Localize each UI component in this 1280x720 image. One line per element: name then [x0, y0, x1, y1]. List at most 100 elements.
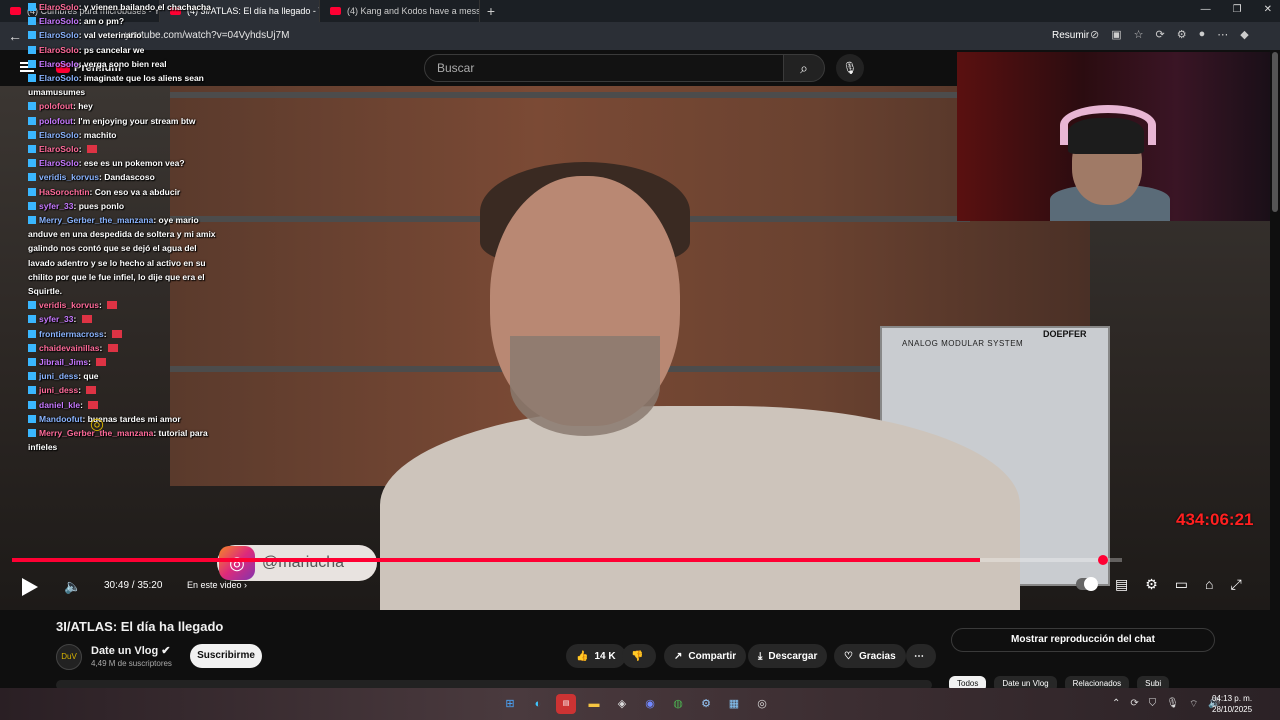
chat-message: Jibrail_Jims: [28, 355, 218, 369]
chat-username[interactable]: Mandoofut [39, 414, 82, 424]
chat-badge-icon [28, 74, 36, 83]
chat-badge-icon [28, 372, 36, 381]
chat-text: ps cancelar we [83, 44, 145, 55]
chat-username[interactable]: juni_dess [39, 371, 78, 381]
maximize-icon[interactable]: ❐ [1233, 4, 1242, 15]
volume-icon[interactable]: 🔈 [64, 578, 81, 595]
minimize-icon[interactable]: — [1201, 4, 1211, 15]
chat-username[interactable]: polofout [39, 101, 73, 111]
chat-username[interactable]: Jibrail_Jims [39, 357, 88, 367]
subscribe-button[interactable]: Suscribirme [190, 644, 262, 668]
chat-text: Con eso va a abducir [94, 186, 181, 197]
file-explorer-icon[interactable]: ▬ [584, 694, 604, 714]
chat-username[interactable]: HaSorochtin [39, 187, 90, 197]
notes-app-icon[interactable]: ▦ [724, 694, 744, 714]
chat-username[interactable]: ElaroSolo [39, 144, 79, 154]
chat-username[interactable]: syfer_33 [39, 201, 74, 211]
read-mode-icon[interactable]: ▣ [1111, 28, 1121, 41]
chat-username[interactable]: Merry_Gerber_the_manzana [39, 215, 153, 225]
play-icon[interactable] [22, 578, 38, 596]
chat-username[interactable]: ElaroSolo [39, 59, 79, 69]
download-label: Descargar [768, 650, 818, 662]
tracking-icon[interactable]: ⊘ [1090, 28, 1099, 41]
news-app-icon[interactable]: ▤ [556, 694, 576, 714]
streamer-headset [1060, 105, 1156, 145]
download-button[interactable]: ⤓ Descargar [748, 644, 828, 668]
chat-username[interactable]: daniel_kle [39, 400, 80, 410]
autoplay-toggle[interactable] [1076, 577, 1098, 591]
show-chat-replay-button[interactable]: Mostrar reproducción del chat [951, 628, 1215, 652]
chat-username[interactable]: polofout [39, 116, 73, 126]
chat-username[interactable]: chaidevainillas [39, 343, 99, 353]
player-right-controls: ▤ ⚙ ▭ ⌂ ⤢ [1076, 576, 1242, 593]
thanks-button[interactable]: ♡ Gracias [834, 644, 906, 668]
copilot-icon[interactable]: ◆ [1240, 28, 1248, 41]
favorite-star-icon[interactable]: ☆ [1134, 28, 1144, 41]
extensions-icon[interactable]: ⚙ [1177, 28, 1187, 41]
edge-browser-icon[interactable]: ◐ [528, 694, 548, 714]
resumir-button[interactable]: Resumir [1052, 30, 1089, 41]
new-tab-button[interactable]: + [480, 3, 502, 19]
fullscreen-icon[interactable]: ⤢ [1231, 576, 1242, 593]
like-button[interactable]: 👍 14 K [566, 644, 626, 668]
chapter-button[interactable]: En este video › [187, 580, 247, 590]
chat-username[interactable]: ElaroSolo [39, 73, 79, 83]
steam-icon[interactable]: ⚙ [696, 694, 716, 714]
settings-gear-icon[interactable]: ⚙ [1145, 576, 1158, 593]
taskbar-clock[interactable]: 04:13 p. m. 28/10/2025 [1212, 693, 1252, 715]
back-arrow-icon[interactable]: ← [8, 28, 22, 44]
progress-bar[interactable] [12, 558, 1122, 562]
channel-name[interactable]: Date un Vlog ✔ [91, 644, 171, 657]
page-scrollbar[interactable] [1272, 52, 1278, 212]
emote-icon [96, 358, 107, 367]
cast-icon[interactable]: ⌂ [1205, 576, 1213, 593]
chat-badge-icon [28, 343, 36, 352]
close-window-icon[interactable]: ✕ [1264, 4, 1272, 15]
search-input[interactable]: Buscar [424, 54, 784, 82]
sync-icon[interactable]: ⟳ [1156, 28, 1165, 41]
chat-message: Merry_Gerber_the_manzana: tutorial para … [28, 428, 208, 453]
chat-username[interactable]: ElaroSolo [39, 30, 79, 40]
mic-tray-icon[interactable]: 🎙 [1166, 698, 1179, 711]
shield-icon[interactable]: ⛉ [1149, 698, 1157, 711]
search-icon[interactable]: ⌕ [783, 54, 825, 82]
chat-message: syfer_33: pues ponlo [28, 199, 218, 213]
chat-username[interactable]: juni_dess [39, 385, 78, 395]
emote-icon [111, 329, 122, 338]
channel-avatar[interactable]: DuV [56, 644, 82, 670]
more-menu-icon[interactable]: ⋯ [1217, 28, 1228, 41]
chat-badge-icon [28, 173, 36, 182]
chat-username[interactable]: ElaroSolo [39, 16, 79, 26]
sync-tray-icon[interactable]: ⟳ [1130, 698, 1138, 711]
subtitles-icon[interactable]: ▤ [1115, 576, 1128, 593]
chat-username[interactable]: ElaroSolo [39, 45, 79, 55]
discord-icon[interactable]: ◉ [640, 694, 660, 714]
profile-avatar[interactable]: ● [1199, 28, 1206, 41]
chrome-icon[interactable]: ◍ [668, 694, 688, 714]
chat-username[interactable]: veridis_korvus [39, 300, 99, 310]
chat-username[interactable]: ElaroSolo [39, 2, 79, 12]
chat-username[interactable]: ElaroSolo [39, 158, 79, 168]
chat-username[interactable]: veridis_korvus [39, 172, 99, 182]
chat-message: frontiermacross: [28, 327, 218, 341]
share-button[interactable]: ↗ Compartir [664, 644, 747, 668]
dislike-button[interactable]: 👎 [622, 644, 656, 668]
chat-text: que [83, 371, 99, 382]
chat-username[interactable]: syfer_33 [39, 314, 74, 324]
obs-icon[interactable]: ◎ [752, 694, 772, 714]
tray-arrow-icon[interactable]: ⌃ [1112, 698, 1120, 711]
theater-mode-icon[interactable]: ▭ [1175, 576, 1188, 593]
browser-tab-3[interactable]: (4) Kang and Kodos have a messa✕ [320, 0, 480, 22]
start-windows-icon[interactable]: ⊞ [500, 694, 520, 714]
chat-text: val veterinario [83, 30, 142, 41]
progress-fill [12, 558, 980, 562]
app-icon[interactable]: ◈ [612, 694, 632, 714]
chat-badge-icon [28, 102, 36, 111]
chat-username[interactable]: ElaroSolo [39, 130, 79, 140]
more-actions-button[interactable]: ⋯ [906, 644, 936, 668]
wifi-icon[interactable]: ⌔ [1189, 698, 1198, 711]
microphone-icon[interactable]: 🎙 [836, 54, 864, 82]
chat-text: I'm enjoying your stream btw [78, 115, 196, 126]
scrubber-handle[interactable] [1098, 555, 1108, 565]
chat-username[interactable]: frontiermacross [39, 329, 104, 339]
